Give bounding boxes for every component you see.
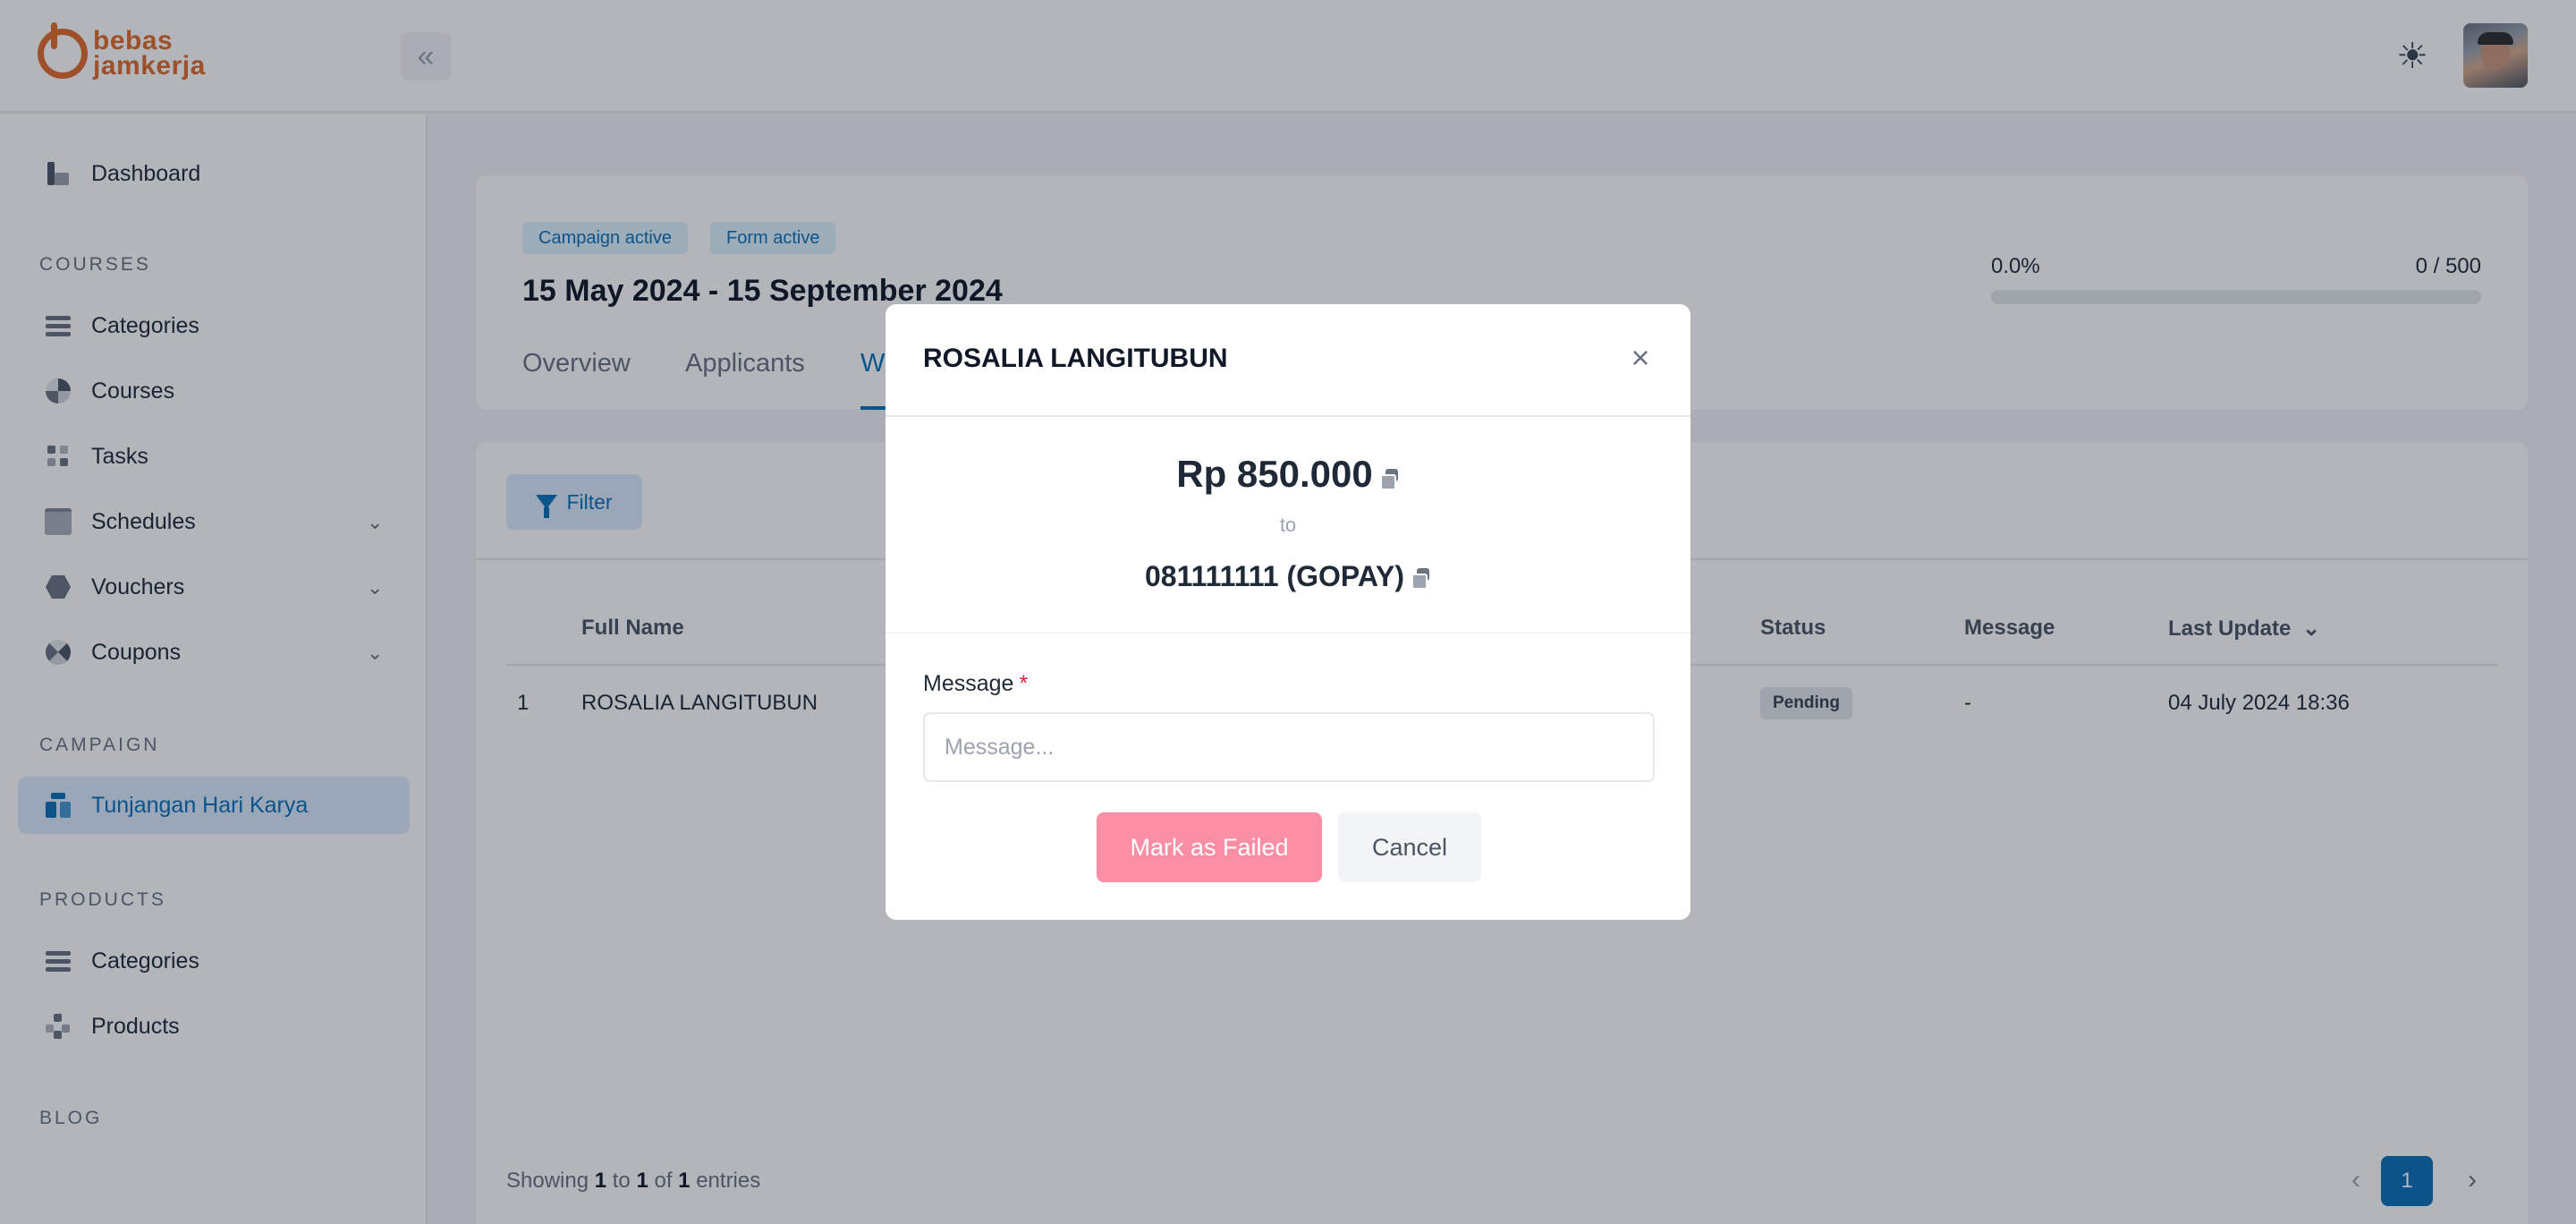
message-label: Message *	[923, 671, 1028, 697]
mark-as-failed-button[interactable]: Mark as Failed	[1097, 812, 1322, 882]
message-label-text: Message	[923, 671, 1014, 696]
cancel-button[interactable]: Cancel	[1338, 812, 1481, 882]
message-input[interactable]	[923, 712, 1655, 782]
divider	[886, 415, 1690, 417]
close-icon: ×	[1631, 339, 1650, 376]
close-button[interactable]: ×	[1623, 339, 1658, 376]
required-marker: *	[1019, 671, 1029, 696]
modal-title: ROSALIA LANGITUBUN	[923, 344, 1228, 373]
transfer-amount: Rp 850.000	[886, 453, 1690, 496]
transfer-account: 081111111 (GOPAY)	[886, 560, 1690, 593]
copy-icon[interactable]	[1411, 568, 1431, 590]
to-label: to	[1279, 514, 1297, 536]
mark-failed-modal: ROSALIA LANGITUBUN × Rp 850.000 to 08111…	[886, 304, 1690, 920]
account-value: 081111111 (GOPAY)	[1144, 560, 1405, 592]
amount-value: Rp 850.000	[1176, 453, 1373, 495]
copy-icon[interactable]	[1379, 469, 1400, 490]
divider	[886, 632, 1690, 633]
